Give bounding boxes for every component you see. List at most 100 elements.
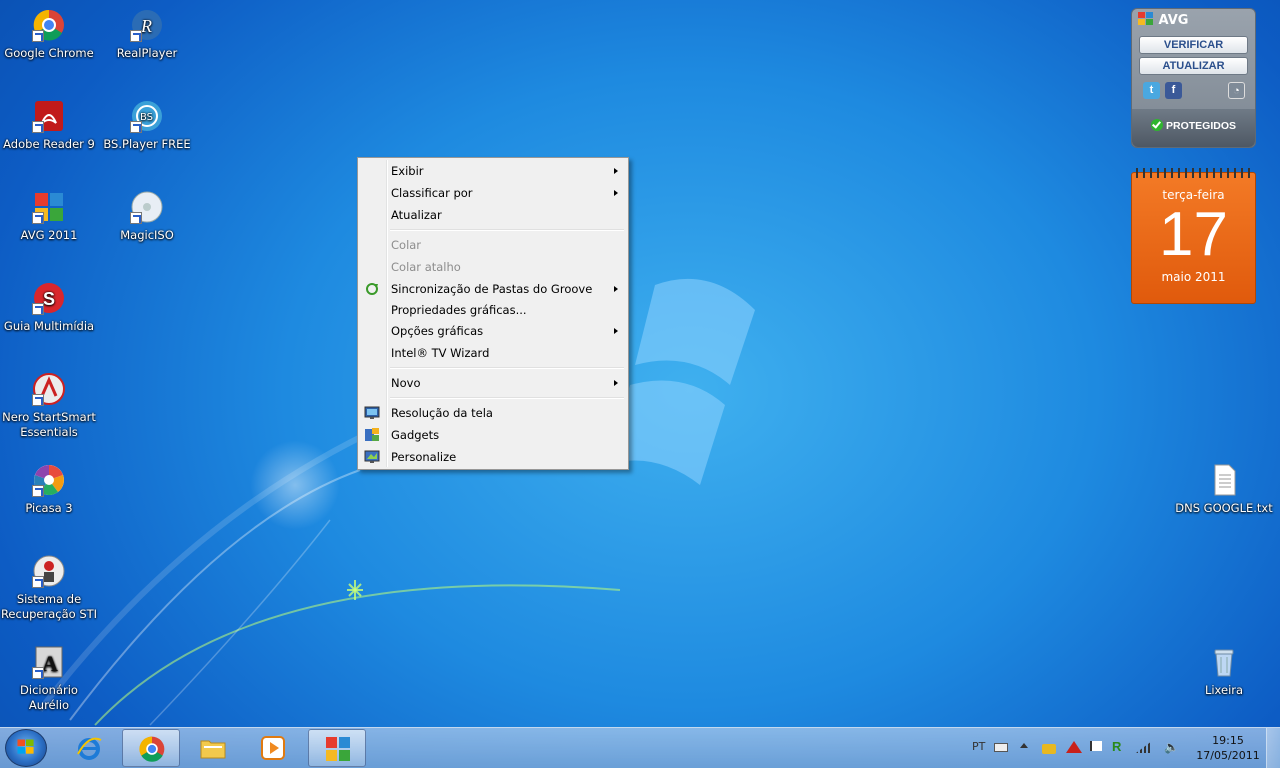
menu-item-label: Classificar por — [391, 186, 473, 200]
calendar-day: 17 — [1159, 200, 1228, 269]
taskbar: PT R 🔈 19:15 17/05/2011 — [0, 727, 1280, 768]
magiciso-icon — [130, 190, 164, 224]
avg-status-bar: PROTEGIDOS — [1132, 109, 1255, 147]
avg-settings-icon[interactable]: ◔ — [1228, 82, 1245, 99]
recovery-icon — [32, 554, 66, 588]
menu-item-resolucao-da-tela[interactable]: Resolução da tela — [360, 402, 626, 424]
icon-label: AVG 2011 — [20, 228, 78, 242]
taskbar-media-player[interactable] — [244, 729, 302, 767]
network-signal-icon[interactable] — [1136, 741, 1152, 753]
keyboard-icon[interactable] — [994, 743, 1008, 752]
show-hidden-icons-icon[interactable] — [1020, 743, 1028, 748]
recycle-bin-icon — [1207, 645, 1241, 679]
menu-item-gadgets[interactable]: Gadgets — [360, 424, 626, 446]
lock-icon[interactable] — [1042, 744, 1056, 754]
desktop-icon-chrome[interactable]: Google Chrome — [0, 8, 98, 61]
explorer-folder-icon — [200, 740, 226, 759]
menu-item-label: Resolução da tela — [391, 406, 493, 420]
menu-item-label: Novo — [391, 376, 421, 390]
avg-gadget-header: AVG — [1132, 9, 1255, 33]
menu-item-label: Gadgets — [391, 428, 440, 442]
calendar-gadget[interactable]: terça-feira 17 maio 2011 — [1131, 168, 1256, 304]
avg-icon — [1138, 12, 1153, 25]
taskbar-explorer[interactable] — [184, 729, 242, 767]
windows-flag-icon — [17, 739, 34, 754]
avg-verify-button[interactable]: VERIFICAR — [1139, 36, 1248, 54]
adobe-reader-icon — [32, 99, 66, 133]
chrome-icon — [139, 736, 165, 762]
svg-text:A: A — [42, 651, 58, 676]
facebook-icon[interactable]: f — [1165, 82, 1182, 99]
menu-item-groove-sync[interactable]: Sincronização de Pastas do Groove — [360, 278, 626, 300]
menu-item-label: Intel® TV Wizard — [391, 346, 490, 360]
menu-item-classificar-por[interactable]: Classificar por — [360, 182, 626, 204]
menu-item-label: Opções gráficas — [391, 324, 484, 338]
menu-item-novo[interactable]: Novo — [360, 372, 626, 394]
desktop-icon-avg[interactable]: AVG 2011 — [0, 190, 98, 243]
menu-item-personalize[interactable]: Personalize — [360, 446, 626, 468]
internet-explorer-icon — [77, 737, 102, 760]
picasa-icon — [32, 463, 66, 497]
start-button[interactable] — [5, 729, 47, 767]
desktop-icon-dictionary[interactable]: A Dicionário Aurélio — [0, 645, 98, 713]
submenu-arrow-icon — [614, 380, 618, 386]
icon-label: MagicISO — [120, 228, 174, 242]
bsplayer-icon: BS — [130, 99, 164, 133]
avg-icon — [32, 190, 66, 224]
personalize-icon — [364, 450, 380, 463]
realplayer-icon: R — [130, 8, 164, 42]
taskbar-avg[interactable] — [308, 729, 366, 767]
nero-icon — [32, 372, 66, 406]
avg-gadget: AVG VERIFICAR ATUALIZAR t f ◔ PROTEGIDOS — [1131, 8, 1256, 148]
icon-label: BS.Player FREE — [103, 137, 191, 151]
icon-label: Lixeira — [1204, 683, 1244, 697]
desktop-icon-adobe-reader[interactable]: Adobe Reader 9 — [0, 99, 98, 152]
desktop-icon-dns-google-txt[interactable]: DNS GOOGLE.txt — [1175, 463, 1273, 516]
avg-tray-icon[interactable] — [1066, 741, 1082, 753]
desktop-icon-recycle-bin[interactable]: Lixeira — [1175, 645, 1273, 698]
menu-item-label: Propriedades gráficas... — [391, 303, 527, 317]
menu-item-label: Atualizar — [391, 208, 442, 222]
icon-label: DNS GOOGLE.txt — [1175, 501, 1273, 515]
menu-item-propriedades-graficas[interactable]: Propriedades gráficas... — [360, 300, 626, 320]
menu-separator — [360, 364, 626, 372]
avg-update-button[interactable]: ATUALIZAR — [1139, 57, 1248, 75]
language-indicator[interactable]: PT — [972, 740, 985, 753]
twitter-icon[interactable]: t — [1143, 82, 1160, 99]
submenu-arrow-icon — [614, 328, 618, 334]
menu-item-intel-tv-wizard[interactable]: Intel® TV Wizard — [360, 342, 626, 364]
menu-item-opcoes-graficas[interactable]: Opções gráficas — [360, 320, 626, 342]
taskbar-chrome[interactable] — [122, 729, 180, 767]
icon-label: Sistema de Recuperação STI — [0, 592, 98, 621]
action-center-flag-icon[interactable] — [1090, 741, 1102, 751]
menu-item-label: Colar atalho — [391, 260, 461, 274]
chrome-icon — [32, 8, 66, 42]
desktop-icon-realplayer[interactable]: R RealPlayer — [98, 8, 196, 61]
desktop-icon-nero[interactable]: Nero StartSmart Essentials — [0, 372, 98, 440]
icon-label: Adobe Reader 9 — [3, 137, 95, 151]
avg-status-label: PROTEGIDOS — [1165, 120, 1236, 132]
groove-sync-icon — [366, 283, 378, 295]
calendar-rings — [1136, 168, 1251, 178]
show-desktop-button[interactable] — [1266, 728, 1280, 768]
green-r-icon[interactable]: R — [1112, 739, 1126, 754]
check-icon — [1150, 119, 1163, 131]
avg-icon — [326, 737, 350, 761]
guia-multimidia-icon: S — [32, 281, 66, 315]
menu-item-label: Personalize — [391, 450, 457, 464]
menu-item-exibir[interactable]: Exibir — [360, 160, 626, 182]
desktop-icon-picasa[interactable]: Picasa 3 — [0, 463, 98, 516]
clock-time: 19:15 — [1212, 734, 1244, 747]
desktop-icon-guia-multimidia[interactable]: S Guia Multimídia — [0, 281, 98, 334]
volume-icon[interactable]: 🔈 — [1164, 740, 1179, 754]
taskbar-internet-explorer[interactable] — [60, 729, 118, 767]
desktop-icon-recovery[interactable]: Sistema de Recuperação STI — [0, 554, 98, 622]
desktop-icon-bsplayer[interactable]: BS BS.Player FREE — [98, 99, 196, 152]
taskbar-clock[interactable]: 19:15 17/05/2011 — [1190, 733, 1266, 763]
icon-label: Nero StartSmart Essentials — [2, 410, 96, 439]
icon-label: RealPlayer — [116, 46, 178, 60]
desktop-icon-magiciso[interactable]: MagicISO — [98, 190, 196, 243]
menu-item-atualizar[interactable]: Atualizar — [360, 204, 626, 226]
icon-label: Dicionário Aurélio — [20, 683, 78, 712]
menu-item-label: Sincronização de Pastas do Groove — [391, 282, 593, 296]
